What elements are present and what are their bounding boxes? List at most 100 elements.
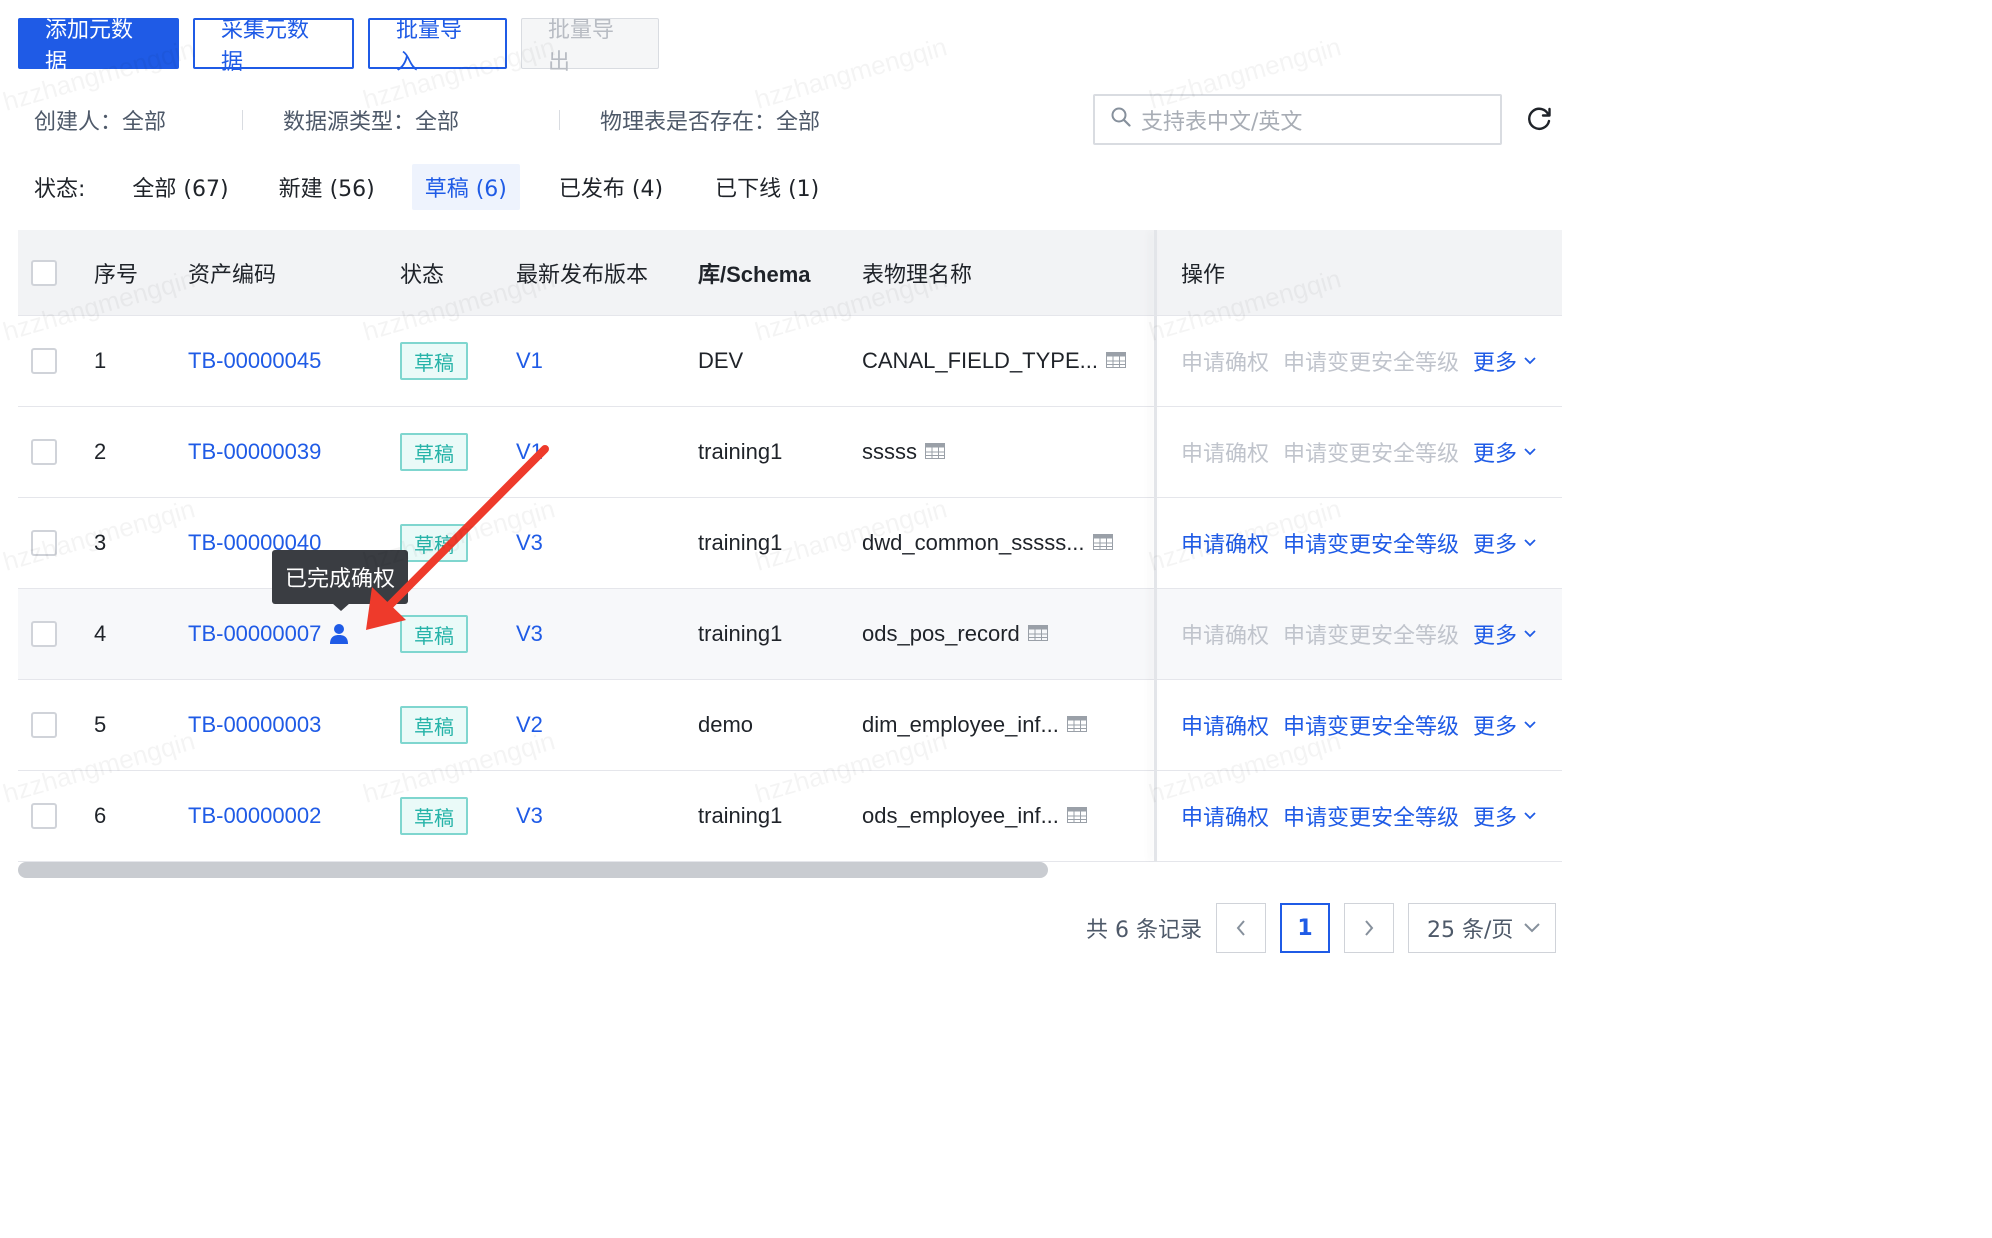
tab-published[interactable]: 已发布 (4) [546,164,676,210]
table-icon[interactable] [1066,712,1087,738]
status-badge: 草稿 [400,524,468,562]
row-index: 3 [94,530,107,555]
table-row: 2 TB-00000039 草稿 V1 training1 sssss 申请确权 申请变更安全… [18,407,1562,498]
tooltip: 已完成确权 [272,550,408,604]
header-schema: 库/Schema [698,261,811,287]
apply-confirm-link: 申请确权 [1181,624,1270,649]
table-header: 序号 资产编码 状态 最新发布版本 库/Schema 表物理名称 操作 [18,230,1562,316]
page-size-select[interactable]: 25 条/页 [1407,903,1556,953]
apply-confirm-link: 申请确权 [1181,442,1270,467]
table-row: 5 TB-00000003 草稿 V2 demo dim_employee_inf... 申… [18,680,1562,771]
creator-filter[interactable]: 创建人：全部 [34,104,166,136]
table-icon[interactable] [1105,348,1126,374]
tooltip-arrow [332,603,350,611]
asset-code-link[interactable]: TB-00000003 [188,712,321,738]
more-label: 更多 [1473,442,1518,467]
header-operations: 操作 [1181,262,1226,288]
horizontal-scrollbar[interactable] [18,862,1048,878]
more-dropdown[interactable]: 更多 [1473,800,1537,832]
page-1-button[interactable]: 1 [1279,903,1330,953]
add-metadata-button[interactable]: 添加元数据 [18,18,179,75]
more-dropdown[interactable]: 更多 [1473,709,1537,741]
more-label: 更多 [1473,533,1518,558]
apply-change-security-level-link: 申请变更安全等级 [1283,442,1460,467]
table-row: 1 TB-00000045 草稿 V1 DEV CANAL_FIELD_TYPE... 申请… [18,316,1562,407]
select-all-checkbox[interactable] [31,259,57,286]
more-dropdown[interactable]: 更多 [1473,618,1537,650]
table-icon[interactable] [925,439,945,465]
search-placeholder: 支持表中文/英文 [1141,109,1303,135]
prev-page-button[interactable] [1215,903,1266,953]
search-icon [1111,107,1131,133]
apply-confirm-link[interactable]: 申请确权 [1181,527,1269,559]
filter-bar: 创建人：全部 数据源类型：全部 物理表是否存在：全部 [34,102,820,138]
version-link[interactable]: V1 [516,348,543,374]
header-status: 状态 [400,262,445,288]
table-icon[interactable] [1027,621,1048,647]
table-icon[interactable] [1092,530,1113,556]
search-input[interactable]: 支持表中文/英文 [1093,94,1502,145]
apply-change-security-level-link[interactable]: 申请变更安全等级 [1283,527,1459,559]
more-dropdown[interactable]: 更多 [1473,527,1537,559]
status-label: 状态: [34,177,86,202]
row-checkbox[interactable] [31,439,57,465]
tab-draft[interactable]: 草稿 (6) [411,164,520,210]
header-table-name: 表物理名称 [862,262,973,288]
datasource-type-filter[interactable]: 数据源类型：全部 [283,104,459,136]
version-link[interactable]: V3 [516,530,543,556]
row-checkbox[interactable] [31,530,57,556]
header-asset-code: 资产编码 [188,262,277,288]
asset-code-link[interactable]: TB-00000045 [188,348,321,374]
chevron-down-icon [1523,629,1537,639]
page-size-value: 25 条/页 [1426,918,1514,943]
status-badge: 草稿 [400,797,468,835]
more-dropdown[interactable]: 更多 [1473,436,1537,468]
row-checkbox[interactable] [31,803,57,829]
schema-name: DEV [698,348,744,373]
apply-confirm-link[interactable]: 申请确权 [1181,709,1269,741]
header-latest-version: 最新发布版本 [516,262,649,288]
version-link[interactable]: V3 [516,621,543,647]
table-physical-name: sssss [862,439,917,464]
tab-offline[interactable]: 已下线 (1) [702,164,832,210]
table-row: 6 TB-00000002 草稿 V3 training1 ods_employee_in… [18,771,1562,862]
row-checkbox[interactable] [31,621,57,647]
table-physical-name: ods_employee_inf... [862,803,1059,828]
toolbar: 添加元数据 采集元数据 批量导入 批量导出 [18,18,659,75]
row-index: 1 [94,348,107,373]
schema-name: training1 [698,621,783,646]
table-physical-name: dwd_common_sssss... [862,530,1085,555]
chevron-down-icon [1523,538,1537,548]
asset-code-link[interactable]: TB-00000039 [188,439,321,465]
version-link[interactable]: V2 [516,712,543,738]
chevron-left-icon [1236,920,1245,936]
physical-table-exists-filter[interactable]: 物理表是否存在：全部 [600,104,820,136]
row-checkbox[interactable] [31,348,57,374]
batch-export-button: 批量导出 [521,18,659,75]
asset-table: 序号 资产编码 状态 最新发布版本 库/Schema 表物理名称 操作 1 TB-… [18,230,1562,862]
row-checkbox[interactable] [31,712,57,738]
table-physical-name: CANAL_FIELD_TYPE... [862,348,1098,373]
next-page-button[interactable] [1343,903,1394,953]
refresh-icon[interactable] [1524,104,1554,134]
collect-metadata-button[interactable]: 采集元数据 [193,18,354,75]
batch-import-button[interactable]: 批量导入 [368,18,507,75]
apply-change-security-level-link[interactable]: 申请变更安全等级 [1283,800,1459,832]
apply-confirm-link[interactable]: 申请确权 [1181,800,1269,832]
pagination: 共 6 条记录 1 25 条/页 [1086,902,1556,954]
user-icon[interactable] [329,623,349,645]
asset-code-link[interactable]: TB-00000007 [188,621,321,647]
table-icon[interactable] [1066,803,1087,829]
header-index: 序号 [94,262,139,288]
tab-all[interactable]: 全部 (67) [119,164,241,210]
version-link[interactable]: V1 [516,439,543,465]
more-label: 更多 [1473,624,1518,649]
chevron-down-icon [1523,356,1537,366]
asset-code-link[interactable]: TB-00000002 [188,803,321,829]
apply-change-security-level-link[interactable]: 申请变更安全等级 [1283,709,1459,741]
version-link[interactable]: V3 [516,803,543,829]
row-index: 6 [94,803,107,828]
fixed-column-divider [1154,230,1157,862]
more-dropdown[interactable]: 更多 [1473,345,1537,377]
tab-new[interactable]: 新建 (56) [266,164,388,210]
